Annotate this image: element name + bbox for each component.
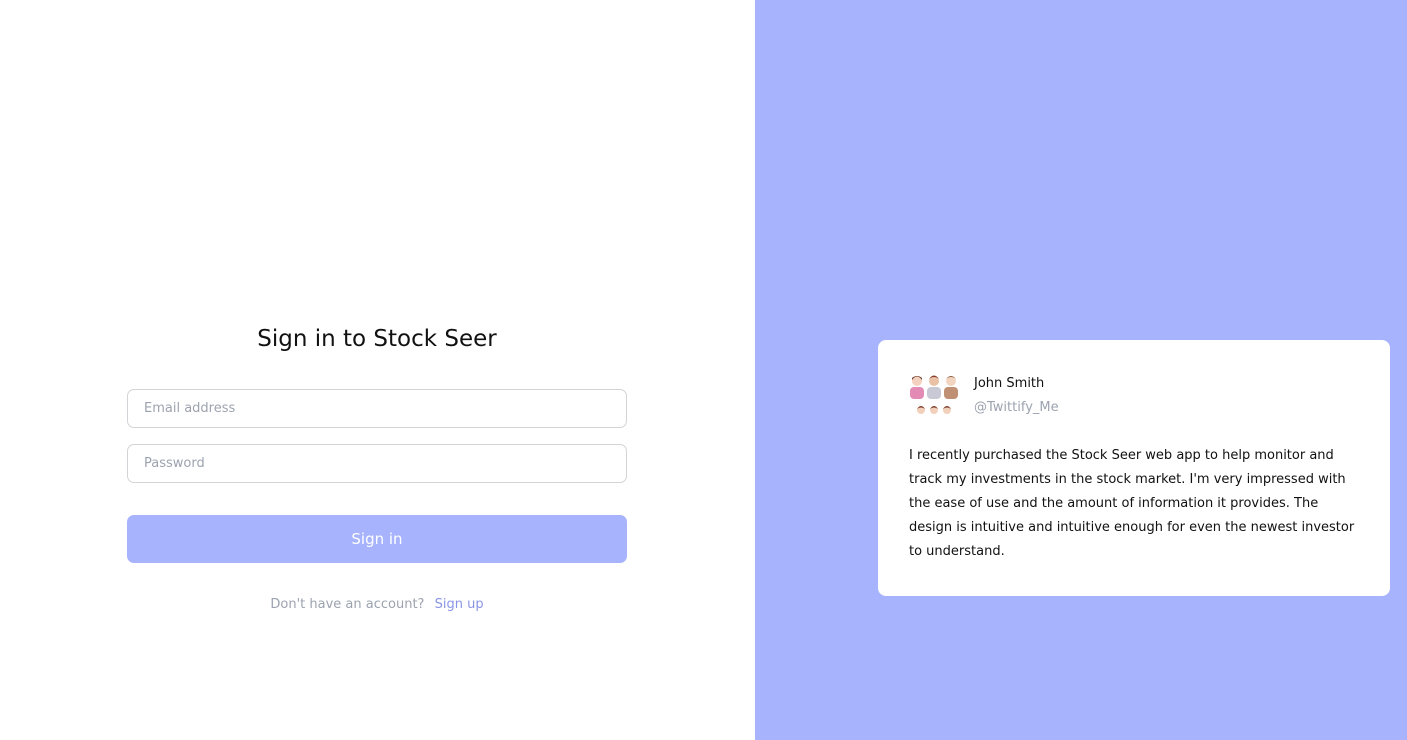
sign-up-link[interactable]: Sign up [435, 597, 484, 612]
testimonial-text: I recently purchased the Stock Seer web … [909, 448, 1355, 559]
page-title: Sign in to Stock Seer [257, 326, 497, 352]
password-field[interactable] [127, 444, 627, 483]
author-handle: @Twittify_Me [974, 400, 1059, 415]
email-field[interactable] [127, 389, 627, 428]
signup-prompt: Don't have an account? [270, 597, 425, 612]
avatar [910, 375, 958, 414]
author-name: John Smith [974, 376, 1045, 391]
testimonial-card: John Smith @Twittify_Me I recently purch… [878, 340, 1390, 596]
signin-panel: Sign in to Stock Seer Sign in Don't have… [0, 0, 755, 740]
sign-in-button[interactable]: Sign in [127, 515, 627, 563]
signup-row: Don't have an account? Sign up [127, 596, 627, 614]
